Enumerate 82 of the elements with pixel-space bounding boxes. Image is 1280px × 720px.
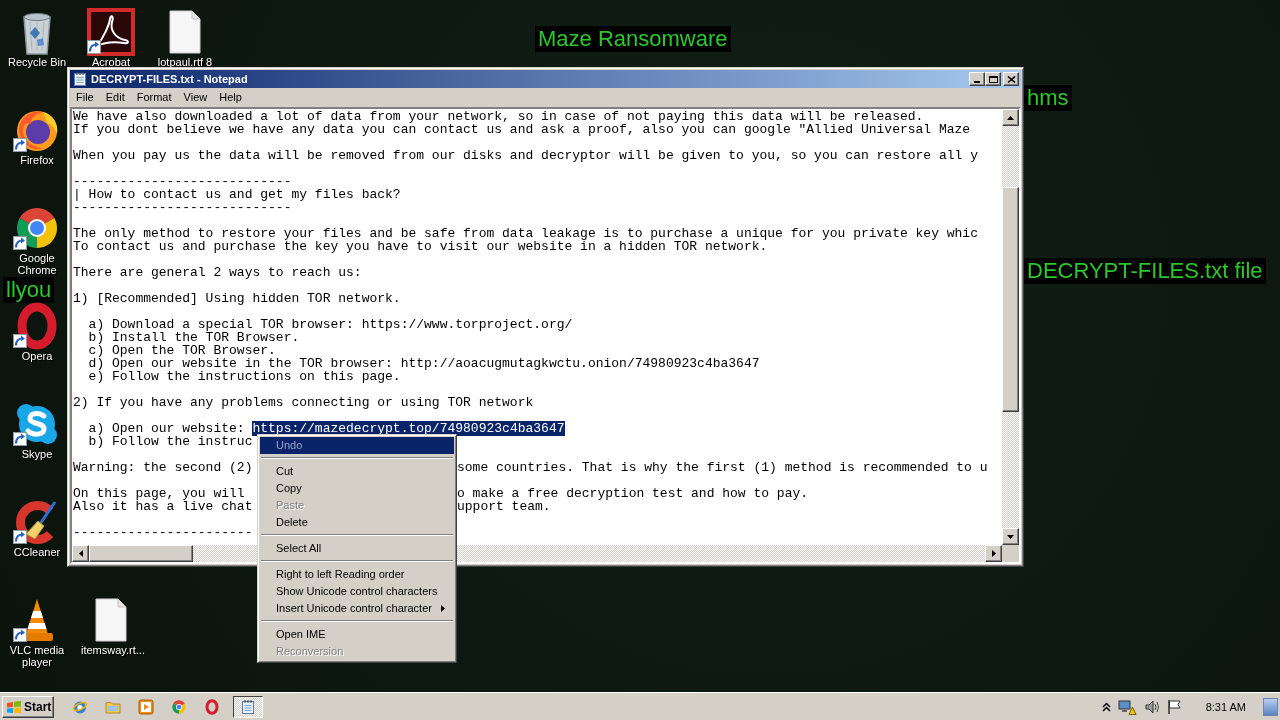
text-line: Warning: the second (2) xyxy=(73,461,253,474)
scroll-down-button[interactable] xyxy=(1002,528,1019,545)
menu-item[interactable]: Right to left Reading order xyxy=(260,566,454,583)
close-icon xyxy=(1006,75,1016,83)
play-icon[interactable] xyxy=(138,698,154,715)
window-title: DECRYPT-FILES.txt - Notepad xyxy=(91,72,248,86)
text-line: c) Open the TOR Browser. xyxy=(87,344,276,357)
text-line: On this page, you will xyxy=(73,487,245,500)
flag-icon[interactable] xyxy=(1166,698,1181,715)
menu-item[interactable]: Cut xyxy=(260,463,454,480)
text-line: a) Open our website: xyxy=(87,421,246,436)
right-arrow-icon xyxy=(991,550,996,557)
menu-item[interactable]: Open IME xyxy=(260,626,454,643)
start-button[interactable]: Start xyxy=(2,695,54,718)
selected-text: https://mazedecrypt.top/74980923c4ba3647 xyxy=(252,421,565,436)
text-line: d) Open our website in the TOR browser: http://aoacugmutagkwctu.onion/74980923c4ba3647 xyxy=(87,357,760,370)
windows-logo-icon xyxy=(6,699,22,714)
wallpaper-text: Maze Ransomware xyxy=(535,26,731,52)
text-line: ---------------------------- xyxy=(73,201,292,214)
text-line: b) Install the TOR Browser. xyxy=(87,331,300,344)
wallpaper-text: DECRYPT-FILES.txt file xyxy=(1024,258,1266,284)
icon-label[interactable]: Recycle Bin xyxy=(7,56,67,68)
icon-label[interactable]: Skype xyxy=(21,448,53,460)
scroll-up-button[interactable] xyxy=(1002,109,1019,126)
vertical-scrollbar[interactable] xyxy=(1002,109,1019,545)
text-line: 2) If you have any problems connecting or using TOR network xyxy=(73,396,534,409)
wallpaper-text: hms xyxy=(1024,85,1072,111)
minimize-button[interactable] xyxy=(969,72,985,86)
text-line: We have also downloaded a lot of data from your network, so in case of not paying this data will be released. xyxy=(73,110,924,123)
icon-label[interactable]: VLC media player xyxy=(7,644,67,668)
text-line: b) Follow the instruc xyxy=(87,435,253,448)
maximize-icon xyxy=(988,75,998,83)
text-line: When you pay us the data will be removed from our disks and decryptor will be given to you, so you can restore all y xyxy=(73,149,978,162)
scrollbar-corner xyxy=(1002,545,1019,562)
notepad-icon xyxy=(240,698,256,715)
text-line: | How to contact us and get my files back? xyxy=(73,188,401,201)
down-arrow-icon xyxy=(1007,534,1014,539)
icon-label[interactable]: Google Chrome xyxy=(7,252,67,276)
icon-label[interactable]: CCleaner xyxy=(13,546,61,558)
close-button[interactable] xyxy=(1003,72,1019,86)
icon-label[interactable]: lotpaul.rtf 8 xyxy=(157,56,213,68)
text-line: o make a free decryption test and how to pay. xyxy=(457,487,809,500)
network-warning-icon[interactable] xyxy=(1117,698,1137,715)
text-line: If you dont believe we have any data you can contact us and ask a proof, also you can google "Allied Universal Maze xyxy=(73,123,971,136)
menu-item[interactable]: Delete xyxy=(260,514,454,531)
text-line: 1) [Recommended] Using hidden TOR network. xyxy=(73,292,401,305)
maximize-button[interactable] xyxy=(985,72,1001,86)
menu-item[interactable]: Edit xyxy=(99,90,131,105)
scroll-thumb[interactable] xyxy=(1002,187,1019,412)
menu-item[interactable]: Insert Unicode control character xyxy=(260,600,454,617)
wallpaper-text: llyou xyxy=(3,277,55,303)
taskbar-button[interactable] xyxy=(233,695,263,718)
icon-label[interactable]: Acrobat xyxy=(92,56,130,68)
menu-item[interactable]: Format xyxy=(130,90,178,105)
speaker-icon[interactable] xyxy=(1143,698,1160,715)
icon-label[interactable]: Firefox xyxy=(20,154,54,166)
text-line: There are general 2 ways to reach us: xyxy=(73,266,362,279)
menu-item[interactable]: Show Unicode control characters xyxy=(260,583,454,600)
scroll-left-button[interactable] xyxy=(72,545,89,562)
notepad-icon xyxy=(72,71,88,87)
chevron-up-icon[interactable] xyxy=(1101,701,1111,712)
text-line: ----------------------- xyxy=(73,526,253,539)
menu-item[interactable]: Help xyxy=(213,90,248,105)
text-line: upport team. xyxy=(457,500,551,513)
text-line: Also it has a live chat xyxy=(73,500,253,513)
text-line: The only method to restore your files and be safe from data leakage is to purchase a unique for you private key whic xyxy=(73,227,978,240)
left-arrow-icon xyxy=(78,550,83,557)
text-line: a) Download a special TOR browser: https://www.torproject.org/ xyxy=(87,318,573,331)
menu-item[interactable]: File xyxy=(70,90,100,105)
up-arrow-icon xyxy=(1007,115,1014,120)
scroll-thumb[interactable] xyxy=(89,545,193,562)
menu-item[interactable]: Select All xyxy=(260,540,454,557)
text-line: some countries. That is why the first (1) method is recommended to u xyxy=(457,461,988,474)
clock-time[interactable]: 8:31 AM xyxy=(1205,700,1246,713)
text-line: To contact us and purchase the key you have to visit our website in a hidden TOR network. xyxy=(73,240,768,253)
text-line: ---------------------------- xyxy=(73,175,292,188)
menu-item[interactable]: View xyxy=(177,90,214,105)
icon-label[interactable]: Opera xyxy=(21,350,53,362)
menu-item[interactable]: Copy xyxy=(260,480,454,497)
text-line: e) Follow the instructions on this page. xyxy=(87,370,401,383)
pdf-app-icon[interactable] xyxy=(87,8,135,56)
scroll-right-button[interactable] xyxy=(985,545,1002,562)
